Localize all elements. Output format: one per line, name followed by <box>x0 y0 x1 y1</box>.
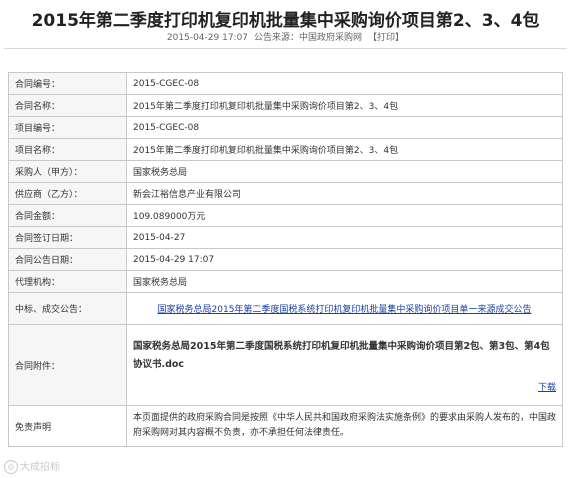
project-no-label: 项目编号： <box>8 116 127 139</box>
contract-no-label: 合同编号： <box>8 72 127 95</box>
amount-value: 109.089000万元 <box>126 204 563 227</box>
contract-name-label: 合同名称： <box>8 94 127 117</box>
contract-name-value: 2015年第二季度打印机复印机批量集中采购询价项目第2、3、4包 <box>126 94 563 117</box>
announce-date-label: 合同公告日期： <box>8 248 127 271</box>
attachment-cell: 国家税务总局2015年第二季度国税系统打印机复印机批量集中采购询价项目第2包、第… <box>126 324 563 406</box>
table-row: 合同金额： 109.089000万元 <box>8 204 563 227</box>
source-label: 公告来源：中国政府采购网 <box>254 33 363 43</box>
meta-line: 2015-04-29 17:07 公告来源：中国政府采购网 【打印】 <box>0 30 571 43</box>
table-row: 合同名称： 2015年第二季度打印机复印机批量集中采购询价项目第2、3、4包 <box>8 94 563 117</box>
table-row: 中标、成交公告： 国家税务总局2015年第二季度国税系统打印机复印机批量集中采购… <box>8 292 563 325</box>
table-row: 免责声明 本页面提供的政府采购合同是按照《中华人民共和国政府采购法实施条例》的要… <box>8 405 563 447</box>
attachment-filename: 国家税务总局2015年第二季度国税系统打印机复印机批量集中采购询价项目第2包、第… <box>133 340 550 370</box>
supplier-value: 新会江裕信息产业有限公司 <box>126 182 563 205</box>
project-no-value: 2015-CGEC-08 <box>126 116 563 139</box>
disclaimer-label: 免责声明 <box>8 405 127 447</box>
buyer-label: 采购人（甲方）： <box>8 160 127 183</box>
table-row: 供应商（乙方）： 新会江裕信息产业有限公司 <box>8 182 563 205</box>
buyer-value: 国家税务总局 <box>126 160 563 183</box>
table-row: 代理机构： 国家税务总局 <box>8 270 563 293</box>
watermark-text: 大成招标 <box>20 462 60 473</box>
publish-datetime: 2015-04-29 17:07 <box>166 33 249 43</box>
sign-date-value: 2015-04-27 <box>126 226 563 249</box>
table-row: 合同签订日期： 2015-04-27 <box>8 226 563 249</box>
disclaimer-cell: 本页面提供的政府采购合同是按照《中华人民共和国政府采购法实施条例》的要求由采购人… <box>126 405 563 447</box>
page-title: 2015年第二季度打印机复印机批量集中采购询价项目第2、3、4包 <box>31 11 540 31</box>
watermark: ◎ 大成招标 <box>4 458 60 474</box>
contract-info-table: 合同编号： 2015-CGEC-08 合同名称： 2015年第二季度打印机复印机… <box>8 72 563 447</box>
agency-value: 国家税务总局 <box>126 270 563 293</box>
print-link[interactable]: 【打印】 <box>368 33 404 43</box>
winning-announcement-link[interactable]: 国家税务总局2015年第二季度国税系统打印机复印机批量集中采购询价项目单一来源成… <box>133 302 556 315</box>
announce-date-value: 2015-04-29 17:07 <box>126 248 563 271</box>
title-divider <box>4 48 567 49</box>
amount-label: 合同金额： <box>8 204 127 227</box>
project-name-value: 2015年第二季度打印机复印机批量集中采购询价项目第2、3、4包 <box>126 138 563 161</box>
table-row: 项目名称： 2015年第二季度打印机复印机批量集中采购询价项目第2、3、4包 <box>8 138 563 161</box>
winning-label: 中标、成交公告： <box>8 292 127 325</box>
disclaimer-text: 本页面提供的政府采购合同是按照《中华人民共和国政府采购法实施条例》的要求由采购人… <box>133 413 557 438</box>
table-row: 合同编号： 2015-CGEC-08 <box>8 72 563 95</box>
supplier-label: 供应商（乙方）： <box>8 182 127 205</box>
table-row: 采购人（甲方）： 国家税务总局 <box>8 160 563 183</box>
agency-label: 代理机构： <box>8 270 127 293</box>
attachment-label: 合同附件： <box>8 324 127 406</box>
sign-date-label: 合同签订日期： <box>8 226 127 249</box>
table-row: 项目编号： 2015-CGEC-08 <box>8 116 563 139</box>
watermark-logo-icon: ◎ <box>4 460 18 474</box>
table-row: 合同附件： 国家税务总局2015年第二季度国税系统打印机复印机批量集中采购询价项… <box>8 324 563 406</box>
download-link[interactable]: 下载 <box>538 383 556 393</box>
table-row: 合同公告日期： 2015-04-29 17:07 <box>8 248 563 271</box>
contract-no-value: 2015-CGEC-08 <box>126 72 563 95</box>
project-name-label: 项目名称： <box>8 138 127 161</box>
winning-cell: 国家税务总局2015年第二季度国税系统打印机复印机批量集中采购询价项目单一来源成… <box>126 292 563 325</box>
